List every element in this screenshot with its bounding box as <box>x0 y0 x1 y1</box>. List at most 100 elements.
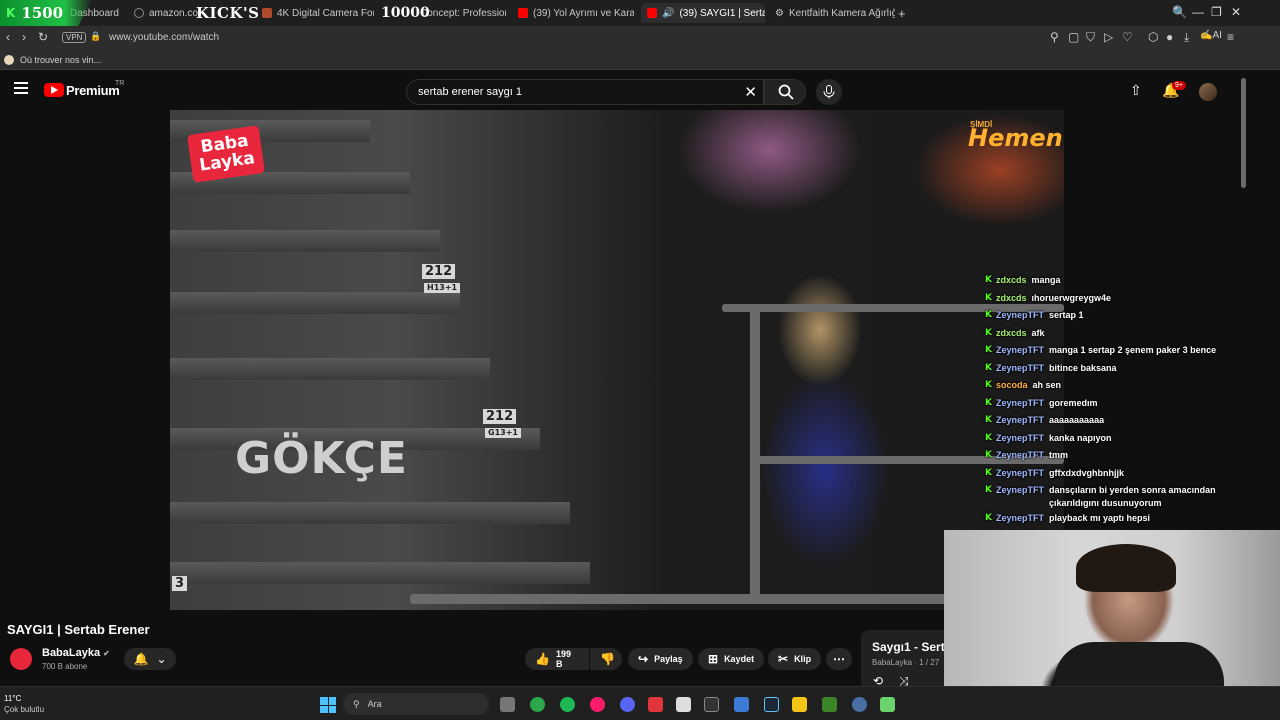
taskbar-search[interactable]: ⚲ Ara <box>343 693 489 715</box>
bookmark-icon[interactable]: ⚲ <box>1050 30 1059 44</box>
babalayka-logo: Baba Layka <box>187 125 265 183</box>
subscription-bell-button[interactable]: 🔔 ⌄ <box>124 648 176 670</box>
chat-username[interactable]: ZeynepTFT <box>996 342 1044 360</box>
app-icon[interactable] <box>792 697 807 712</box>
reload-icon[interactable]: ↻ <box>38 30 48 44</box>
youtube-logo-icon[interactable] <box>44 83 64 97</box>
chat-text: afk <box>1031 327 1045 338</box>
save-button[interactable]: ⊞ Kaydet <box>698 648 765 670</box>
profile-icon[interactable]: ● <box>1166 30 1173 44</box>
chat-message: Kzdxcds afk <box>985 325 1235 343</box>
vpn-badge[interactable]: VPN <box>62 32 87 43</box>
search-input[interactable]: sertab erener saygı 1 ✕ <box>406 79 764 105</box>
chat-username[interactable]: ZeynepTFT <box>996 465 1044 483</box>
menu-icon[interactable]: ≡ <box>1227 30 1234 44</box>
forward-icon[interactable]: › <box>22 30 26 44</box>
steam-icon[interactable] <box>764 697 779 712</box>
chat-text: goremedım <box>1049 397 1098 408</box>
ai-label: AI <box>1212 30 1222 41</box>
webcam-hair <box>1076 544 1176 592</box>
speaker-icon: 🔊 <box>662 7 675 19</box>
chat-username[interactable]: ZeynepTFT <box>996 482 1044 510</box>
play-icon[interactable]: ▷ <box>1104 30 1113 44</box>
new-tab-button[interactable]: + <box>898 3 912 23</box>
live-chat-overlay: Kzdxcds manga Kzdxcds ıhoruerwgreygw4e K Zeyn… <box>985 272 1235 528</box>
chat-username[interactable]: socoda <box>996 377 1028 395</box>
share-button[interactable]: ↪ Paylaş <box>628 648 693 670</box>
address-bar-row: ‹ › ↻ VPN 🔒 www.youtube.com/watch ⚲ ▢ ⛉ … <box>0 26 1280 50</box>
epic-games-icon[interactable] <box>704 697 719 712</box>
voice-search-button[interactable] <box>816 79 842 105</box>
chat-username[interactable]: ZeynepTFT <box>996 360 1044 378</box>
chat-username[interactable]: ZeynepTFT <box>996 412 1044 430</box>
dislike-button[interactable]: 👎 <box>590 648 622 670</box>
chat-message: K ZeynepTFT kanka napıyon <box>985 430 1235 448</box>
clip-button[interactable]: ✂ Klip <box>768 648 822 670</box>
upload-icon[interactable]: ⇧ <box>1130 82 1142 99</box>
tab-kentfaith[interactable]: ⚙ Kentfaith Kamera Ağırlığı <box>775 3 895 23</box>
tab-youtube-saygi-active[interactable]: 🔊 (39) SAYGI1 | Sertab E <box>641 3 765 23</box>
bookmark-item[interactable]: Où trouver nos vin... <box>20 55 101 65</box>
chat-username[interactable]: zdxcds <box>996 325 1027 343</box>
minimize-button[interactable]: — <box>1192 5 1204 19</box>
file-explorer-icon[interactable] <box>500 697 515 712</box>
app-icon[interactable] <box>648 697 663 712</box>
channel-avatar[interactable] <box>10 648 32 670</box>
search-button[interactable] <box>764 79 806 105</box>
minecraft-icon[interactable] <box>822 697 837 712</box>
app-icon[interactable] <box>880 697 895 712</box>
chrome-icon[interactable] <box>530 697 545 712</box>
spotify-icon[interactable] <box>560 697 575 712</box>
tab-youtube-yol[interactable]: (39) Yol Ayrımı ve Kararla <box>518 3 634 23</box>
opera-icon[interactable] <box>590 697 605 712</box>
app-icon[interactable] <box>852 697 867 712</box>
tab-amazon[interactable]: amazon.com <box>134 3 198 23</box>
youtube-header: Premium TR sertab erener saygı 1 ✕ ⇧ 🔔 9… <box>0 70 1240 112</box>
chat-username[interactable]: zdxcds <box>996 272 1027 290</box>
chat-username[interactable]: ZeynepTFT <box>996 447 1044 465</box>
discord-icon[interactable] <box>620 697 635 712</box>
chat-username[interactable]: ZeynepTFT <box>996 395 1044 413</box>
stair-step <box>170 230 440 252</box>
chat-username[interactable]: ZeynepTFT <box>996 307 1044 325</box>
like-button[interactable]: 👍 199 B <box>525 648 589 670</box>
playlist-panel[interactable]: Saygı1 - Sert BabaLayka · 1 / 27 ⟲ ⤨ <box>861 630 947 688</box>
weather-condition[interactable]: Çok bulutlu <box>4 705 44 714</box>
tab-label: 4K Digital Camera For Pho <box>277 7 374 19</box>
app-icon[interactable] <box>734 697 749 712</box>
weather-temperature[interactable]: 11°C <box>4 694 21 703</box>
youtube-brand[interactable]: Premium <box>66 83 120 98</box>
back-icon[interactable]: ‹ <box>6 30 10 44</box>
shield-icon[interactable]: ⛉ <box>1086 30 1095 45</box>
url-field[interactable]: www.youtube.com/watch <box>109 32 219 43</box>
extensions-icon[interactable]: ⬡ <box>1148 30 1158 44</box>
tab-concept[interactable]: Concept: Professiona <box>420 3 506 23</box>
chat-message: K ZeynepTFT manga 1 sertap 2 şenem paker 3… <box>985 342 1235 360</box>
windows-start-icon[interactable] <box>320 697 336 713</box>
chat-username[interactable]: ZeynepTFT <box>996 510 1044 528</box>
clear-search-icon[interactable]: ✕ <box>744 83 757 101</box>
kick-badge-icon: K <box>985 415 992 425</box>
bell-icon: 🔔 <box>133 652 149 666</box>
clip-label: Klip <box>794 654 812 664</box>
close-window-button[interactable]: ✕ <box>1231 5 1241 19</box>
chat-username[interactable]: zdxcds <box>996 290 1027 308</box>
chat-username[interactable]: ZeynepTFT <box>996 430 1044 448</box>
channel-name[interactable]: BabaLayka ✔ <box>42 647 110 659</box>
ai-button[interactable]: ✍AI <box>1200 30 1222 41</box>
video-player[interactable]: 212 H13+1 212 G13+1 3 Baba Layka ŞİMDİ H… <box>170 110 1064 610</box>
hamburger-menu-icon[interactable] <box>14 82 28 94</box>
kick-badge-icon: K <box>985 310 992 320</box>
maximize-button[interactable]: ❐ <box>1211 5 1222 19</box>
account-avatar[interactable] <box>1199 83 1217 101</box>
scissors-icon: ✂ <box>778 652 789 666</box>
scrollbar-thumb[interactable] <box>1241 78 1246 188</box>
tab-camera[interactable]: 4K Digital Camera For Pho <box>262 3 374 23</box>
search-tabs-icon[interactable]: 🔍 <box>1172 5 1187 19</box>
heart-icon[interactable]: ♡ <box>1122 30 1133 44</box>
store-icon[interactable] <box>676 697 691 712</box>
screenshot-icon[interactable]: ▢ <box>1068 30 1079 44</box>
more-actions-button[interactable]: ⋯ <box>826 648 852 670</box>
kick-badge-icon: K <box>985 467 992 478</box>
download-icon[interactable]: ⤓ <box>1184 30 1189 45</box>
